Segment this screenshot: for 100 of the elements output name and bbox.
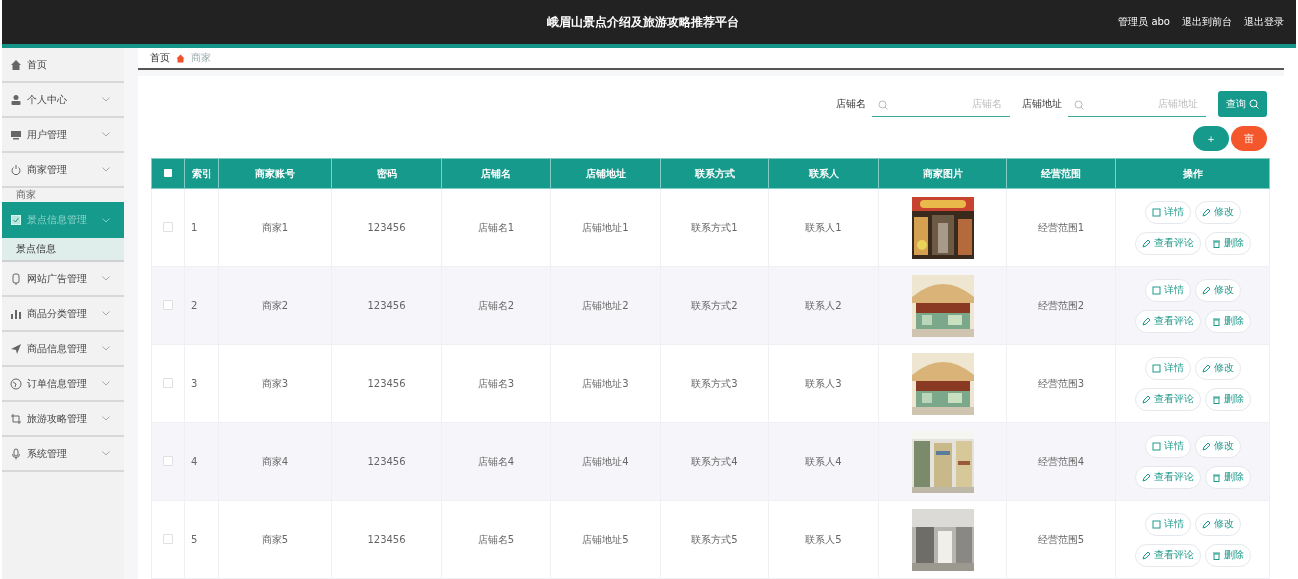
- admin-user-label: 管理员 abo: [1118, 15, 1170, 29]
- table-cell: 联系人5: [805, 533, 842, 545]
- comments-button[interactable]: 查看评论: [1134, 309, 1201, 333]
- search-button[interactable]: 查询: [1218, 91, 1267, 117]
- table-cell: 店铺地址5: [582, 533, 629, 545]
- delete-button[interactable]: 删除: [1204, 465, 1251, 489]
- sidebar-item[interactable]: 个人中心: [2, 83, 124, 118]
- column-header: 经营范围: [1006, 158, 1116, 189]
- header-link[interactable]: 退出到前台: [1182, 15, 1232, 29]
- table-cell: 商家4: [261, 455, 289, 467]
- table-cell: 123456: [367, 222, 406, 233]
- sidebar-item[interactable]: 商品信息管理: [2, 332, 124, 367]
- sidebar-item[interactable]: 系统管理: [2, 437, 124, 472]
- document-icon: [1151, 285, 1161, 295]
- comments-button[interactable]: 查看评论: [1134, 231, 1201, 255]
- trash-icon: [1211, 394, 1221, 404]
- table-cell: 商家1: [261, 221, 289, 233]
- search-icon: [1074, 99, 1084, 110]
- edit-button[interactable]: 修改: [1194, 512, 1241, 536]
- table-cell: 店铺地址3: [582, 377, 629, 389]
- sidebar-item[interactable]: 网站广告管理: [2, 262, 124, 297]
- house-icon: [10, 58, 22, 71]
- document-icon: [1151, 519, 1161, 529]
- paper-plane-icon: [10, 342, 22, 355]
- row-checkbox[interactable]: [163, 455, 173, 466]
- header-link[interactable]: 退出登录: [1244, 15, 1284, 29]
- table-cell: 2: [191, 300, 198, 311]
- comments-button[interactable]: 查看评论: [1134, 465, 1201, 489]
- chevron-icon: [102, 276, 110, 281]
- delete-button[interactable]: 删除: [1204, 387, 1251, 411]
- column-header: 商家图片: [878, 158, 1007, 189]
- edit-button[interactable]: 修改: [1194, 434, 1241, 458]
- column-header: 联系人: [768, 158, 879, 189]
- sidebar-item[interactable]: 商家管理: [2, 153, 124, 188]
- row-checkbox[interactable]: [163, 299, 173, 310]
- column-header: 联系方式: [660, 158, 769, 189]
- sidebar-subitem[interactable]: 景点信息: [2, 238, 124, 262]
- sidebar-item[interactable]: 商品分类管理: [2, 297, 124, 332]
- sidebar-subitem[interactable]: 商家: [2, 188, 124, 202]
- column-header: 索引: [184, 158, 219, 189]
- comments-button[interactable]: 查看评论: [1134, 543, 1201, 567]
- table-cell: 联系人4: [805, 455, 842, 467]
- home-icon: [176, 53, 185, 63]
- chevron-icon: [102, 381, 110, 386]
- details-button[interactable]: 详情: [1144, 512, 1191, 536]
- delete-button[interactable]: 删除: [1204, 543, 1251, 567]
- table-cell: 3: [191, 378, 198, 389]
- table-cell: 商家5: [261, 533, 289, 545]
- select-all-checkbox[interactable]: [164, 169, 172, 177]
- chevron-icon: [102, 416, 110, 421]
- table-cell: 店铺名2: [477, 299, 515, 311]
- table-cell: 联系方式3: [691, 377, 738, 389]
- delete-button[interactable]: 删除: [1204, 309, 1251, 333]
- chevron-icon: [102, 311, 110, 316]
- trash-icon: [1211, 238, 1221, 248]
- details-button[interactable]: 详情: [1144, 200, 1191, 224]
- details-button[interactable]: 详情: [1144, 278, 1191, 302]
- search-field[interactable]: 店铺名: [872, 91, 1010, 117]
- table-cell: 1: [191, 222, 198, 233]
- details-button[interactable]: 详情: [1144, 356, 1191, 380]
- pencil-icon: [1201, 441, 1211, 451]
- details-button[interactable]: 详情: [1144, 434, 1191, 458]
- sidebar-item[interactable]: 首页: [2, 48, 124, 83]
- table-cell: 店铺名4: [477, 455, 515, 467]
- trash-icon: [1211, 472, 1221, 482]
- breadcrumb-item[interactable]: 首页: [150, 51, 170, 65]
- sidebar-item[interactable]: 景点信息管理: [2, 202, 124, 238]
- row-checkbox[interactable]: [163, 533, 173, 544]
- table-cell: 经营范围5: [1037, 533, 1085, 545]
- crop-icon: [10, 412, 22, 425]
- add-button[interactable]: +: [1193, 126, 1229, 151]
- field-label: 店铺名: [836, 97, 866, 111]
- trash-icon: [1211, 316, 1221, 326]
- edit-button[interactable]: 修改: [1194, 356, 1241, 380]
- chevron-icon: [102, 217, 110, 223]
- table-cell: 店铺地址1: [582, 221, 629, 233]
- chevron-icon: [102, 167, 110, 172]
- edit-button[interactable]: 修改: [1194, 278, 1241, 302]
- table-cell: 5: [191, 534, 198, 545]
- breadcrumb-item: 商家: [191, 51, 211, 65]
- table-cell: 123456: [367, 534, 406, 545]
- document-icon: [1151, 441, 1161, 451]
- chevron-icon: [102, 346, 110, 351]
- comments-button[interactable]: 查看评论: [1134, 387, 1201, 411]
- delete-button[interactable]: 删除: [1204, 231, 1251, 255]
- table-cell: 经营范围1: [1037, 221, 1085, 233]
- edit-button[interactable]: 修改: [1194, 200, 1241, 224]
- sidebar-item[interactable]: 旅游攻略管理: [2, 402, 124, 437]
- site-title: 峨眉山景点介绍及旅游攻略推荐平台: [547, 13, 739, 31]
- row-checkbox[interactable]: [163, 377, 173, 388]
- table-cell: 联系人1: [805, 221, 842, 233]
- table-cell: 店铺名1: [477, 221, 515, 233]
- table-cell: 联系方式2: [691, 299, 738, 311]
- sidebar-item[interactable]: 订单信息管理: [2, 367, 124, 402]
- table-cell: 经营范围2: [1037, 299, 1085, 311]
- delete-button[interactable]: 亩: [1231, 126, 1267, 151]
- chevron-icon: [102, 451, 110, 456]
- sidebar-item[interactable]: 用户管理: [2, 118, 124, 153]
- row-checkbox[interactable]: [163, 221, 173, 232]
- bar-chart-icon: [10, 307, 22, 320]
